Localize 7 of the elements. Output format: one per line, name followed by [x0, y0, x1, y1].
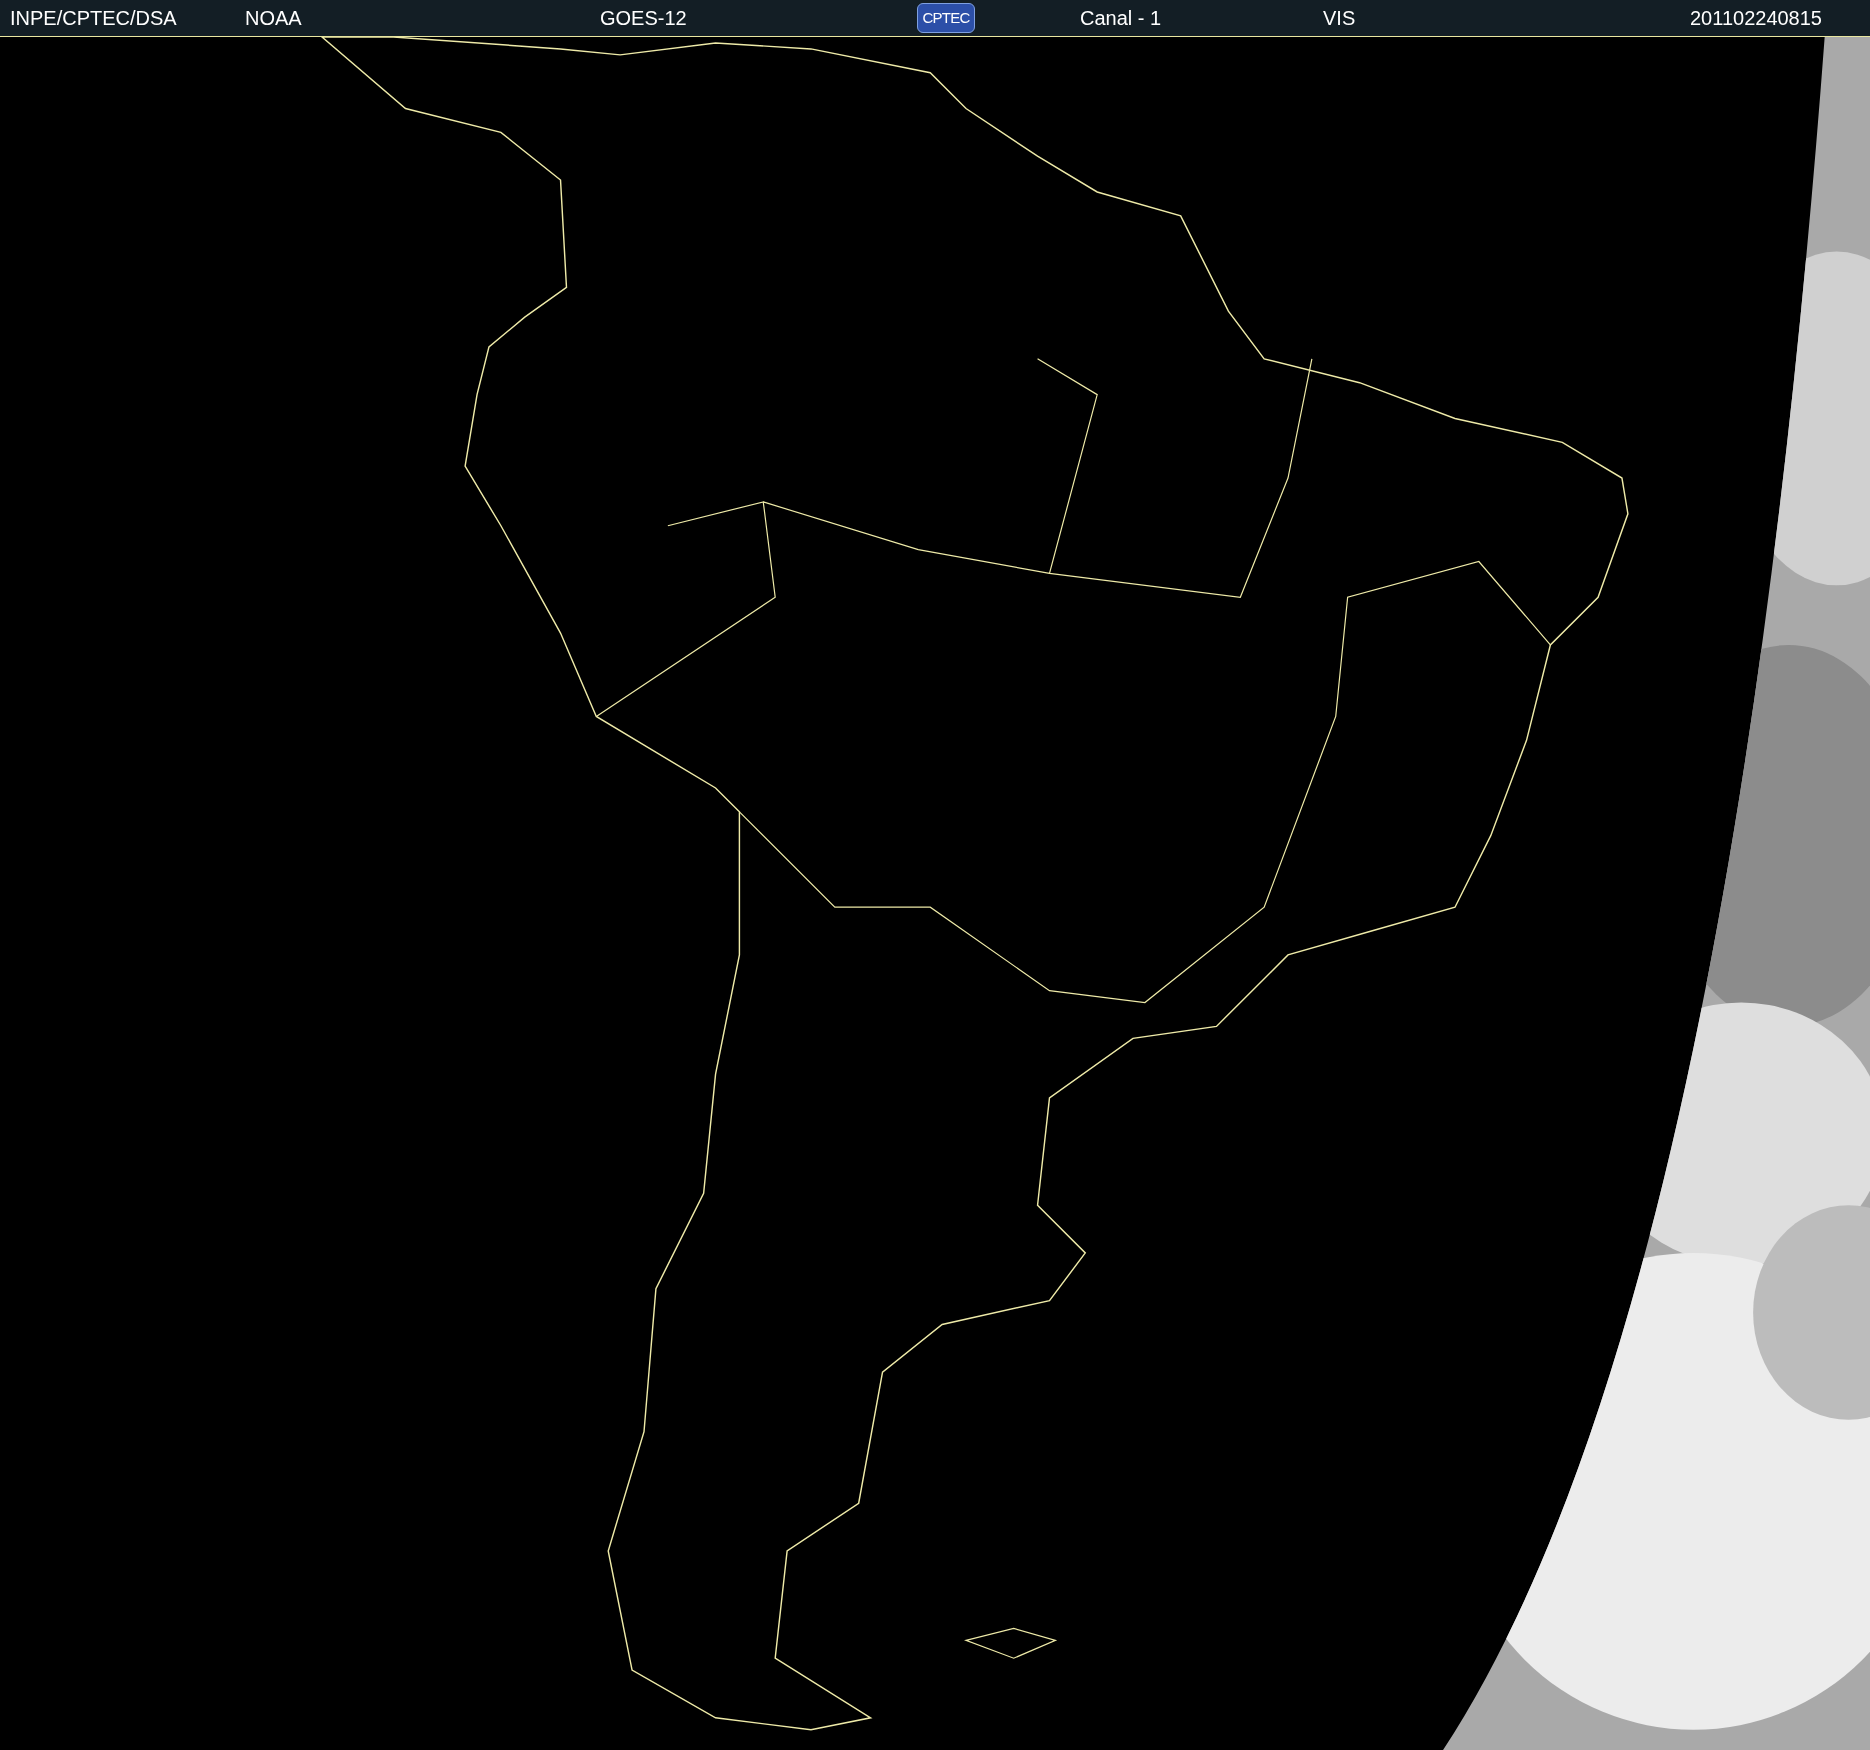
header-label: INPE/CPTEC/DSA [10, 7, 177, 29]
header-label: NOAA [245, 7, 302, 29]
header-label: GOES-12 [600, 7, 687, 29]
header-label: Canal - 1 [1080, 7, 1162, 29]
logo: CPTEC [917, 3, 975, 33]
header-label: 201102240815 [1690, 7, 1822, 29]
header-label: VIS [1323, 7, 1356, 29]
